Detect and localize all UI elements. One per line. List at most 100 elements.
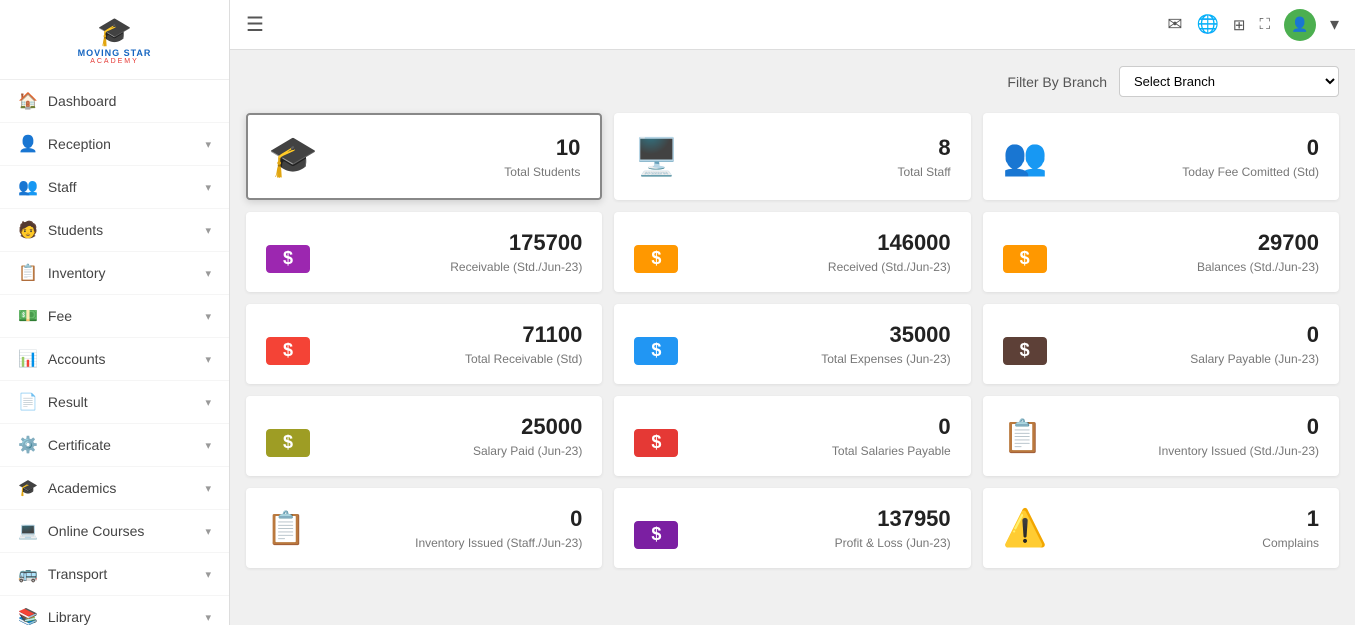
sidebar: 🎓 MOVING STAR ACADEMY 🏠 Dashboard 👤 Rece… (0, 0, 230, 625)
logo-name: MOVING STAR (78, 48, 152, 58)
inventory-issued-staff-value: 0 (415, 506, 582, 532)
menu-toggle-icon[interactable]: ☰ (246, 12, 264, 37)
money-expenses-icon: $ (634, 323, 678, 365)
globe-icon[interactable]: 🌐 (1196, 14, 1218, 35)
sidebar-label-academics: Academics (48, 480, 116, 496)
sidebar-item-reception[interactable]: 👤 Reception ▾ (0, 123, 229, 166)
salary-paid-value: 25000 (473, 414, 582, 440)
money-total-salaries-icon: $ (634, 415, 678, 457)
card-data-total-expenses: 35000 Total Expenses (Jun-23) (821, 322, 950, 366)
salary-payable-value: 0 (1190, 322, 1319, 348)
result-icon: 📄 (18, 392, 38, 412)
sidebar-label-inventory: Inventory (48, 265, 106, 281)
money-icon-red: $ (266, 337, 310, 365)
sidebar-item-dashboard[interactable]: 🏠 Dashboard (0, 80, 229, 123)
grid-icon[interactable]: ⊞ (1233, 16, 1246, 34)
sidebar-item-result[interactable]: 📄 Result ▾ (0, 381, 229, 424)
card-total-expenses: $ 35000 Total Expenses (Jun-23) (614, 304, 970, 384)
branch-select[interactable]: Select Branch (1119, 66, 1339, 97)
card-data-total-staff: 8 Total Staff (898, 135, 951, 179)
card-data-profit-loss: 137950 Profit & Loss (Jun-23) (835, 506, 951, 550)
group-icon: 👥 (1003, 136, 1048, 178)
money-icon-amber: $ (1003, 245, 1047, 273)
money-icon-blue: $ (634, 337, 678, 365)
topbar: ☰ ✉ 🌐 ⊞ ⛶ 👤 ▾ (230, 0, 1355, 50)
sidebar-item-online-courses[interactable]: 💻 Online Courses ▾ (0, 510, 229, 553)
card-data-salary-paid: 25000 Salary Paid (Jun-23) (473, 414, 582, 458)
card-data-received: 146000 Received (Std./Jun-23) (828, 230, 951, 274)
card-data-total-receivable: 71100 Total Receivable (Std) (465, 322, 582, 366)
sidebar-item-transport[interactable]: 🚌 Transport ▾ (0, 553, 229, 596)
certificate-icon: ⚙️ (18, 435, 38, 455)
money-salary-payable-icon: $ (1003, 323, 1047, 365)
card-data-inventory-issued-std: 0 Inventory Issued (Std./Jun-23) (1158, 414, 1319, 458)
logo-icon: 🎓 (97, 15, 132, 48)
sidebar-item-students[interactable]: 🧑 Students ▾ (0, 209, 229, 252)
teacher-icon: 🖥️ (634, 136, 679, 178)
sidebar-label-reception: Reception (48, 136, 111, 152)
total-students-value: 10 (504, 135, 580, 161)
sidebar-label-staff: Staff (48, 179, 77, 195)
graduation-icon: 🎓 (268, 133, 318, 180)
staff-icon: 👥 (18, 177, 38, 197)
money-profit-loss-icon: $ (634, 507, 678, 549)
chevron-icon-transport: ▾ (205, 568, 211, 581)
money-received-icon: $ (634, 231, 678, 273)
total-students-label: Total Students (504, 165, 580, 179)
money-icon-olive: $ (266, 429, 310, 457)
inventory-issued-std-value: 0 (1158, 414, 1319, 440)
sidebar-item-accounts[interactable]: 📊 Accounts ▾ (0, 338, 229, 381)
money-icon-red2: $ (634, 429, 678, 457)
logo-sub: ACADEMY (90, 58, 139, 65)
inventory-issued-staff-label: Inventory Issued (Staff./Jun-23) (415, 536, 582, 550)
expand-icon[interactable]: ⛶ (1259, 16, 1270, 33)
user-chevron-icon[interactable]: ▾ (1330, 14, 1339, 35)
library-icon: 📚 (18, 607, 38, 625)
card-complains: ⚠️ 1 Complains (983, 488, 1339, 568)
card-inventory-issued-staff: 📋 0 Inventory Issued (Staff./Jun-23) (246, 488, 602, 568)
sidebar-item-inventory[interactable]: 📋 Inventory ▾ (0, 252, 229, 295)
warning-icon: ⚠️ (1003, 507, 1048, 549)
total-receivable-label: Total Receivable (Std) (465, 352, 582, 366)
total-staff-label: Total Staff (898, 165, 951, 179)
card-salary-paid: $ 25000 Salary Paid (Jun-23) (246, 396, 602, 476)
content-area: Filter By Branch Select Branch 🎓 10 Tota… (230, 50, 1355, 625)
total-expenses-label: Total Expenses (Jun-23) (821, 352, 950, 366)
sidebar-item-fee[interactable]: 💵 Fee ▾ (0, 295, 229, 338)
card-data-inventory-issued-staff: 0 Inventory Issued (Staff./Jun-23) (415, 506, 582, 550)
sidebar-label-online-courses: Online Courses (48, 523, 145, 539)
academics-icon: 🎓 (18, 478, 38, 498)
sidebar-label-library: Library (48, 609, 91, 625)
today-fee-value: 0 (1182, 135, 1319, 161)
sidebar-label-result: Result (48, 394, 88, 410)
mail-icon[interactable]: ✉ (1167, 14, 1182, 35)
reception-icon: 👤 (18, 134, 38, 154)
money-balances-icon: $ (1003, 231, 1047, 273)
balances-value: 29700 (1197, 230, 1319, 256)
avatar[interactable]: 👤 (1284, 9, 1316, 41)
sidebar-label-accounts: Accounts (48, 351, 106, 367)
card-total-receivable: $ 71100 Total Receivable (Std) (246, 304, 602, 384)
money-icon-purple2: $ (634, 521, 678, 549)
sidebar-item-certificate[interactable]: ⚙️ Certificate ▾ (0, 424, 229, 467)
card-data-complains: 1 Complains (1262, 506, 1319, 550)
money-total-receivable-icon: $ (266, 323, 310, 365)
sidebar-item-academics[interactable]: 🎓 Academics ▾ (0, 467, 229, 510)
card-data-salary-payable: 0 Salary Payable (Jun-23) (1190, 322, 1319, 366)
card-today-fee: 👥 0 Today Fee Comitted (Std) (983, 113, 1339, 200)
total-expenses-value: 35000 (821, 322, 950, 348)
card-total-salaries: $ 0 Total Salaries Payable (614, 396, 970, 476)
chevron-icon-library: ▾ (205, 611, 211, 624)
sidebar-label-students: Students (48, 222, 103, 238)
received-label: Received (Std./Jun-23) (828, 260, 951, 274)
fee-icon: 💵 (18, 306, 38, 326)
total-salaries-label: Total Salaries Payable (832, 444, 951, 458)
card-total-students: 🎓 10 Total Students (246, 113, 602, 200)
sidebar-item-staff[interactable]: 👥 Staff ▾ (0, 166, 229, 209)
sidebar-item-library[interactable]: 📚 Library ▾ (0, 596, 229, 625)
chevron-icon-inventory: ▾ (205, 267, 211, 280)
money-icon-brown: $ (1003, 337, 1047, 365)
sidebar-label-dashboard: Dashboard (48, 93, 117, 109)
chevron-icon-result: ▾ (205, 396, 211, 409)
cards-grid: 🎓 10 Total Students 🖥️ 8 Total Staff 👥 0 (246, 113, 1339, 568)
